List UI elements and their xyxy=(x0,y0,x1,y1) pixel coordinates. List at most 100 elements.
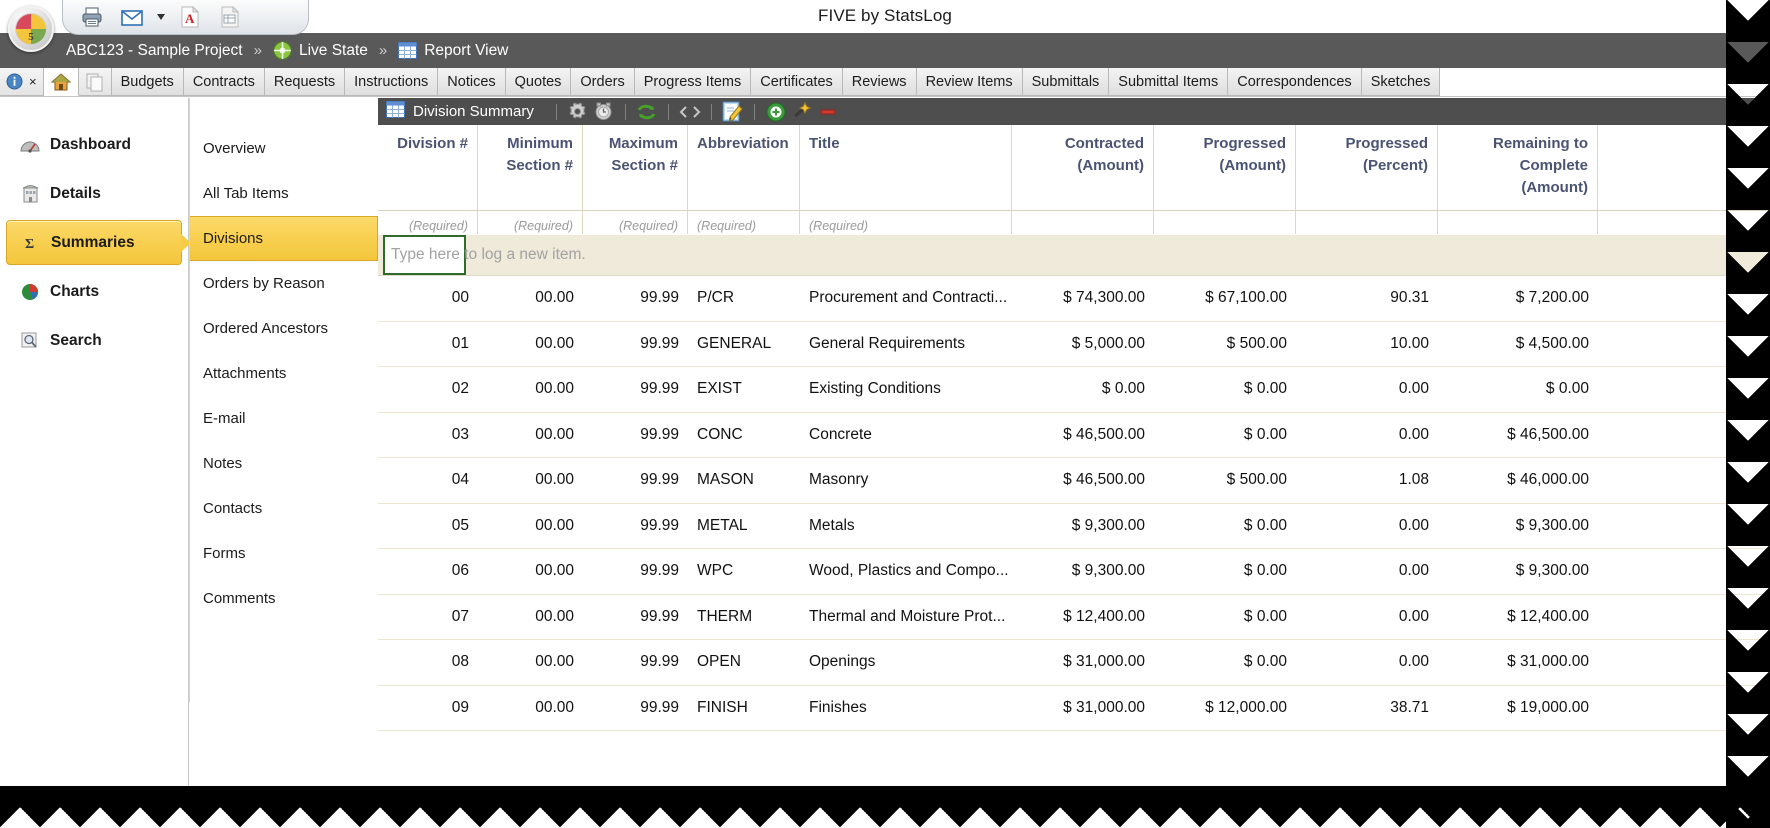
cell-division[interactable]: 00 xyxy=(378,289,478,307)
table-row[interactable]: 07 00.00 99.99 THERM Thermal and Moisture Pr… xyxy=(378,594,1770,640)
tab-close-icon[interactable]: × xyxy=(29,74,37,89)
cell-min_sec[interactable]: 00.00 xyxy=(478,699,583,717)
wand-icon[interactable] xyxy=(789,100,815,123)
table-row[interactable]: 03 00.00 99.99 CONC Concrete $ 46,500.00 $ 0.0… xyxy=(378,412,1770,458)
cell-abbrev[interactable]: THERM xyxy=(688,608,800,626)
cell-remaining[interactable]: $ 0.00 xyxy=(1438,380,1598,398)
tab-reviews[interactable]: Reviews xyxy=(842,68,917,96)
cell-prog_pct[interactable]: 0.00 xyxy=(1296,380,1438,398)
cell-prog_amt[interactable]: $ 0.00 xyxy=(1154,517,1296,535)
subnav-item-all-tab-items[interactable]: All Tab Items xyxy=(189,171,378,216)
cell-remaining[interactable]: $ 4,500.00 xyxy=(1438,335,1598,353)
tab-certificates[interactable]: Certificates xyxy=(751,68,843,96)
cell-prog_pct[interactable]: 0.00 xyxy=(1296,517,1438,535)
tab-budgets[interactable]: Budgets xyxy=(111,68,184,96)
cell-contracted[interactable]: $ 12,400.00 xyxy=(1012,608,1154,626)
breadcrumb-project[interactable]: ABC123 - Sample Project xyxy=(66,42,243,60)
cell-abbrev[interactable]: P/CR xyxy=(688,289,800,307)
cell-remaining[interactable]: $ 19,000.00 xyxy=(1438,699,1598,717)
cell-abbrev[interactable]: FINISH xyxy=(688,699,800,717)
subnav-item-orders-by-reason[interactable]: Orders by Reason xyxy=(189,261,378,306)
cell-max_sec[interactable]: 99.99 xyxy=(583,289,688,307)
table-row[interactable]: 05 00.00 99.99 METAL Metals $ 9,300.00 $ 0.00 0… xyxy=(378,503,1770,549)
tab-requests[interactable]: Requests xyxy=(264,68,346,96)
cell-prog_amt[interactable]: $ 12,000.00 xyxy=(1154,699,1296,717)
sidebar-item-search[interactable]: Search xyxy=(6,318,182,363)
cell-max_sec[interactable]: 99.99 xyxy=(583,471,688,489)
cell-min_sec[interactable]: 00.00 xyxy=(478,335,583,353)
cell-title[interactable]: Thermal and Moisture Prot... xyxy=(800,608,1012,626)
new-item-row[interactable]: Type here to log a new item. xyxy=(378,234,1770,276)
cell-max_sec[interactable]: 99.99 xyxy=(583,562,688,580)
cell-min_sec[interactable]: 00.00 xyxy=(478,426,583,444)
tab-info[interactable]: × xyxy=(0,68,44,96)
table-row[interactable]: 02 00.00 99.99 EXIST Existing Conditions $ 0.… xyxy=(378,367,1770,413)
tab-submittal-items[interactable]: Submittal Items xyxy=(1109,68,1229,96)
table-row[interactable]: 09 00.00 99.99 FINISH Finishes $ 31,000.00 $ 1… xyxy=(378,685,1770,731)
add-circle-icon[interactable] xyxy=(763,100,789,123)
cell-prog_amt[interactable]: $ 0.00 xyxy=(1154,608,1296,626)
cell-max_sec[interactable]: 99.99 xyxy=(583,335,688,353)
column-header-title[interactable]: Title xyxy=(800,125,1012,210)
cell-remaining[interactable]: $ 12,400.00 xyxy=(1438,608,1598,626)
subnav-item-comments[interactable]: Comments xyxy=(189,576,378,621)
cell-title[interactable]: Wood, Plastics and Compo... xyxy=(800,562,1012,580)
cell-min_sec[interactable]: 00.00 xyxy=(478,380,583,398)
cell-max_sec[interactable]: 99.99 xyxy=(583,653,688,671)
cell-division[interactable]: 04 xyxy=(378,471,478,489)
cell-max_sec[interactable]: 99.99 xyxy=(583,699,688,717)
tab-progress-items[interactable]: Progress Items xyxy=(634,68,752,96)
cell-prog_amt[interactable]: $ 67,100.00 xyxy=(1154,289,1296,307)
new-item-input[interactable] xyxy=(383,235,466,275)
tab-contracts[interactable]: Contracts xyxy=(183,68,265,96)
breadcrumb-state[interactable]: Live State xyxy=(299,42,368,60)
cell-title[interactable]: Procurement and Contracti... xyxy=(800,289,1012,307)
cell-prog_amt[interactable]: $ 0.00 xyxy=(1154,380,1296,398)
cell-remaining[interactable]: $ 9,300.00 xyxy=(1438,517,1598,535)
cell-contracted[interactable]: $ 46,500.00 xyxy=(1012,426,1154,444)
cell-max_sec[interactable]: 99.99 xyxy=(583,608,688,626)
table-row[interactable]: 01 00.00 99.99 GENERAL General Requirements $… xyxy=(378,321,1770,367)
column-header-division[interactable]: Division # xyxy=(378,125,478,210)
edit-pencil-icon[interactable] xyxy=(720,100,746,123)
column-header-abbreviation[interactable]: Abbreviation xyxy=(688,125,800,210)
cell-remaining[interactable]: $ 31,000.00 xyxy=(1438,653,1598,671)
subnav-item-divisions[interactable]: Divisions xyxy=(189,216,378,261)
tab-home[interactable] xyxy=(43,68,79,96)
column-header-maximum-section[interactable]: Maximum Section # xyxy=(583,125,688,210)
tab-review-items[interactable]: Review Items xyxy=(916,68,1023,96)
app-logo[interactable]: 5 xyxy=(8,6,54,52)
cell-abbrev[interactable]: MASON xyxy=(688,471,800,489)
table-row[interactable]: 08 00.00 99.99 OPEN Openings $ 31,000.00 $ 0.0… xyxy=(378,640,1770,686)
cell-contracted[interactable]: $ 9,300.00 xyxy=(1012,562,1154,580)
tab-quotes[interactable]: Quotes xyxy=(505,68,572,96)
column-header-minimum-section[interactable]: Minimum Section # xyxy=(478,125,583,210)
subnav-item-ordered-ancestors[interactable]: Ordered Ancestors xyxy=(189,306,378,351)
cell-abbrev[interactable]: EXIST xyxy=(688,380,800,398)
email-icon[interactable] xyxy=(115,3,149,31)
tab-copy[interactable] xyxy=(78,68,112,96)
excel-icon[interactable] xyxy=(213,3,247,31)
cell-max_sec[interactable]: 99.99 xyxy=(583,380,688,398)
cell-division[interactable]: 09 xyxy=(378,699,478,717)
cell-prog_amt[interactable]: $ 0.00 xyxy=(1154,562,1296,580)
cell-division[interactable]: 02 xyxy=(378,380,478,398)
cell-contracted[interactable]: $ 46,500.00 xyxy=(1012,471,1154,489)
subnav-item-contacts[interactable]: Contacts xyxy=(189,486,378,531)
column-header-progressed-percent[interactable]: Progressed (Percent) xyxy=(1296,125,1438,210)
cell-division[interactable]: 07 xyxy=(378,608,478,626)
cell-abbrev[interactable]: OPEN xyxy=(688,653,800,671)
cell-abbrev[interactable]: CONC xyxy=(688,426,800,444)
subnav-item-attachments[interactable]: Attachments xyxy=(189,351,378,396)
column-header-contracted-amount[interactable]: Contracted (Amount) xyxy=(1012,125,1154,210)
cell-division[interactable]: 05 xyxy=(378,517,478,535)
email-dropdown-caret[interactable] xyxy=(155,3,167,31)
clock-icon[interactable] xyxy=(591,100,617,123)
tab-orders[interactable]: Orders xyxy=(571,68,635,96)
breadcrumb-view[interactable]: Report View xyxy=(424,42,508,60)
cell-prog_pct[interactable]: 38.71 xyxy=(1296,699,1438,717)
sidebar-item-summaries[interactable]: Σ Summaries xyxy=(6,220,182,265)
cell-min_sec[interactable]: 00.00 xyxy=(478,517,583,535)
cell-prog_amt[interactable]: $ 500.00 xyxy=(1154,335,1296,353)
cell-remaining[interactable]: $ 46,000.00 xyxy=(1438,471,1598,489)
